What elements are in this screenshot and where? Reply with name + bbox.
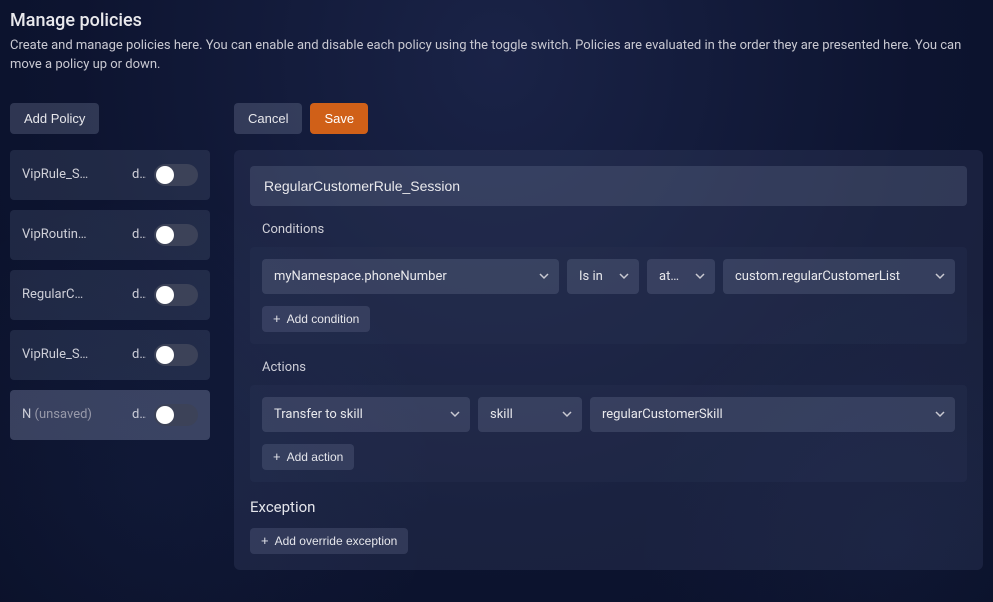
plus-icon: + bbox=[261, 534, 269, 547]
policy-item[interactable]: VipRoutin… d… bbox=[10, 210, 210, 260]
actions-container: Transfer to skill skill regularCustomerS… bbox=[250, 385, 967, 482]
plus-icon: + bbox=[273, 450, 281, 463]
policy-toggle[interactable] bbox=[154, 344, 198, 366]
policy-item[interactable]: VipRule_S… d… bbox=[10, 150, 210, 200]
add-condition-label: Add condition bbox=[287, 312, 360, 326]
policy-delete-label[interactable]: d… bbox=[132, 347, 146, 362]
chevron-down-icon bbox=[539, 271, 549, 281]
page-description: Create and manage policies here. You can… bbox=[10, 37, 970, 75]
policy-item-name: VipRule_S… bbox=[22, 167, 124, 182]
policy-editor: Cancel Save Conditions myNamespace.phone… bbox=[234, 103, 983, 570]
cancel-button[interactable]: Cancel bbox=[234, 103, 302, 134]
policy-item[interactable]: RegularC… d… bbox=[10, 270, 210, 320]
policy-item-shortname: N bbox=[22, 407, 31, 422]
add-policy-button[interactable]: Add Policy bbox=[10, 103, 99, 134]
chevron-down-icon bbox=[935, 409, 945, 419]
actions-label: Actions bbox=[262, 360, 967, 375]
condition-value-select[interactable]: custom.regularCustomerList bbox=[723, 259, 955, 294]
conditions-container: myNamespace.phoneNumber Is in attr… cust… bbox=[250, 247, 967, 344]
condition-value-text: custom.regularCustomerList bbox=[735, 269, 900, 284]
chevron-down-icon bbox=[935, 271, 945, 281]
add-exception-label: Add override exception bbox=[275, 534, 398, 548]
policy-item-name: RegularC… bbox=[22, 287, 124, 302]
policy-item-name: N (unsaved) bbox=[22, 407, 124, 422]
chevron-down-icon bbox=[450, 409, 460, 419]
action-value-text: regularCustomerSkill bbox=[602, 407, 723, 422]
chevron-down-icon bbox=[695, 271, 705, 281]
policy-toggle[interactable] bbox=[154, 224, 198, 246]
action-target-type-select[interactable]: skill bbox=[478, 397, 582, 432]
policy-delete-label[interactable]: d… bbox=[132, 227, 146, 242]
chevron-down-icon bbox=[562, 409, 572, 419]
condition-operator-value: Is in bbox=[579, 269, 603, 284]
condition-operator-select[interactable]: Is in bbox=[567, 259, 639, 294]
policy-item-name: VipRoutin… bbox=[22, 227, 124, 242]
policy-delete-label[interactable]: d… bbox=[132, 167, 146, 182]
add-action-label: Add action bbox=[287, 450, 344, 464]
plus-icon: + bbox=[273, 312, 281, 325]
policy-item-name: VipRule_S… bbox=[22, 347, 124, 362]
save-button[interactable]: Save bbox=[310, 103, 368, 134]
page-title: Manage policies bbox=[10, 10, 983, 31]
condition-field-value: myNamespace.phoneNumber bbox=[274, 269, 447, 284]
policy-item[interactable]: VipRule_S… d… bbox=[10, 330, 210, 380]
chevron-down-icon bbox=[619, 271, 629, 281]
policy-delete-label[interactable]: d… bbox=[132, 407, 146, 422]
policy-toggle[interactable] bbox=[154, 284, 198, 306]
policy-delete-label[interactable]: d… bbox=[132, 287, 146, 302]
action-type-select[interactable]: Transfer to skill bbox=[262, 397, 470, 432]
action-value-select[interactable]: regularCustomerSkill bbox=[590, 397, 955, 432]
add-condition-button[interactable]: + Add condition bbox=[262, 306, 370, 332]
condition-field-select[interactable]: myNamespace.phoneNumber bbox=[262, 259, 559, 294]
policy-toggle[interactable] bbox=[154, 404, 198, 426]
action-target-type-value: skill bbox=[490, 407, 513, 422]
policy-sidebar: Add Policy VipRule_S… d… VipRoutin… d… R… bbox=[10, 103, 210, 440]
conditions-label: Conditions bbox=[262, 222, 967, 237]
condition-type-select[interactable]: attr… bbox=[647, 259, 715, 294]
add-exception-button[interactable]: + Add override exception bbox=[250, 528, 408, 554]
condition-type-value: attr… bbox=[659, 269, 683, 284]
action-type-value: Transfer to skill bbox=[274, 407, 363, 422]
add-action-button[interactable]: + Add action bbox=[262, 444, 354, 470]
policy-list: VipRule_S… d… VipRoutin… d… RegularC… d…… bbox=[10, 150, 210, 440]
exception-label: Exception bbox=[250, 498, 967, 516]
policy-item[interactable]: N (unsaved) d… bbox=[10, 390, 210, 440]
policy-toggle[interactable] bbox=[154, 164, 198, 186]
policy-unsaved-label: (unsaved) bbox=[35, 407, 92, 422]
policy-name-input[interactable] bbox=[250, 166, 967, 206]
